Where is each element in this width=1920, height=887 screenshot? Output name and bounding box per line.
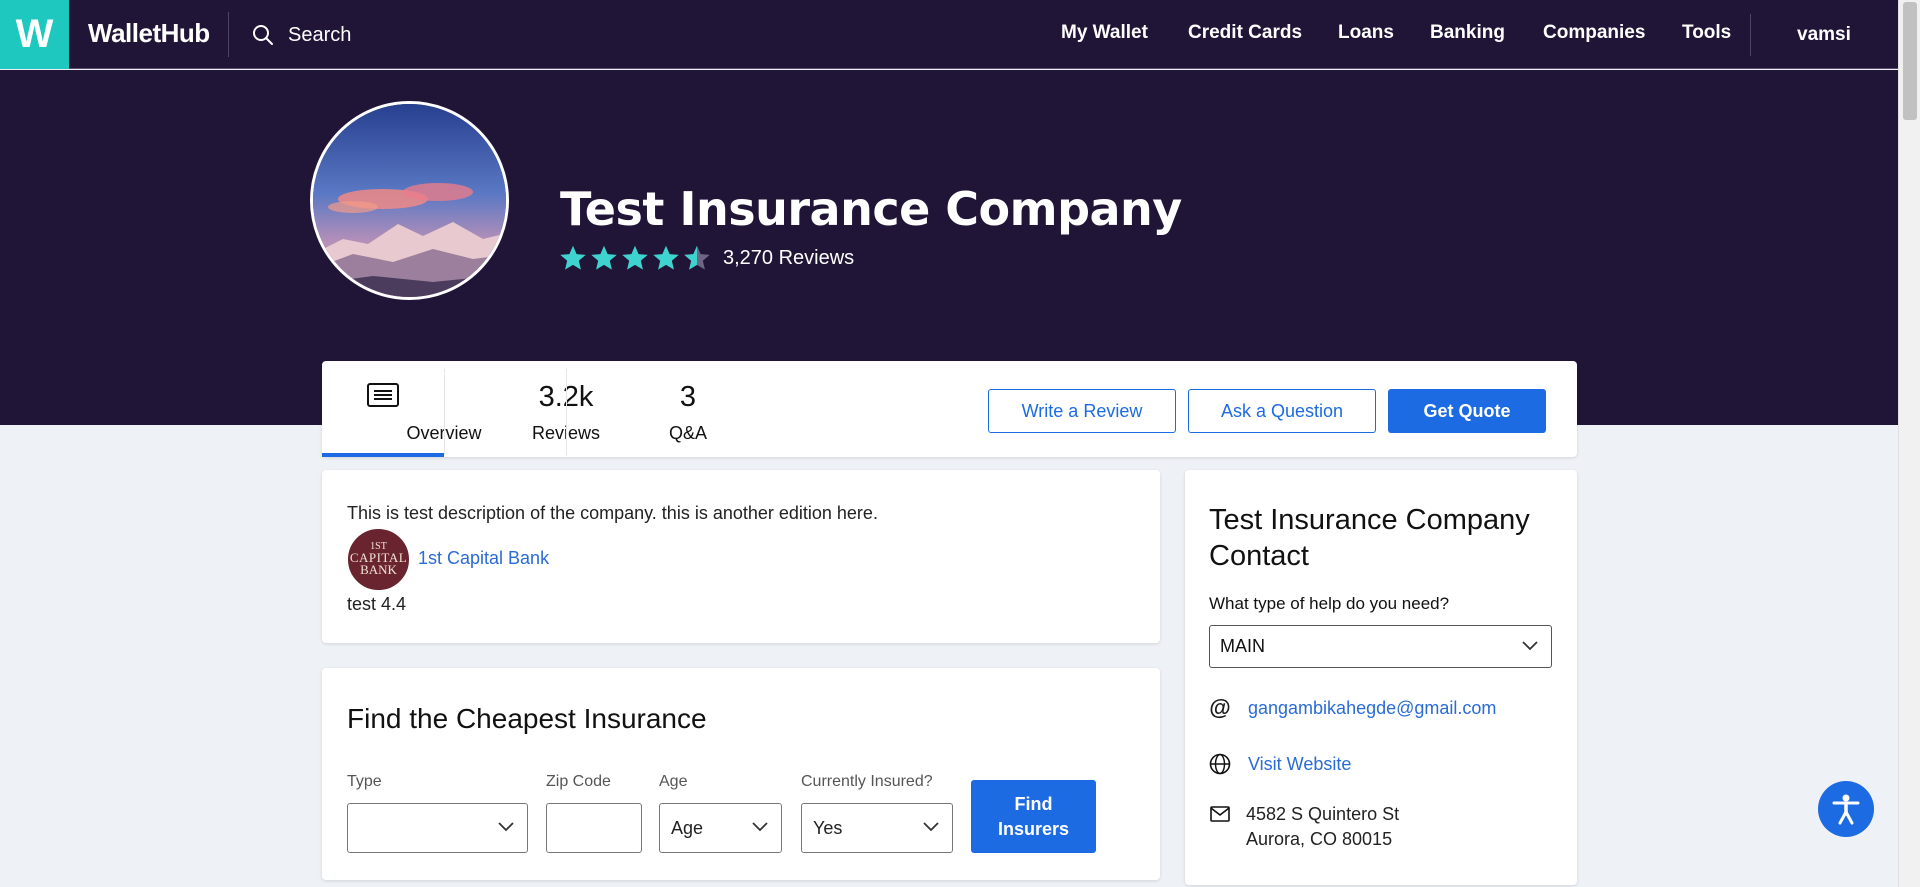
write-review-button[interactable]: Write a Review — [988, 389, 1176, 433]
visit-website-link[interactable]: Visit Website — [1248, 754, 1351, 775]
company-address: 4582 S Quintero St Aurora, CO 80015 — [1246, 802, 1399, 852]
tab-overview[interactable]: Overview — [322, 361, 482, 457]
nav-tools[interactable]: Tools — [1682, 22, 1731, 44]
find-insurers-button[interactable]: Find Insurers — [971, 780, 1096, 853]
nav-my-wallet[interactable]: My Wallet — [1061, 22, 1148, 44]
nav-divider — [1750, 14, 1751, 56]
company-avatar — [310, 101, 509, 300]
insurance-finder-card: Find the Cheapest Insurance Type Zip Cod… — [322, 668, 1160, 880]
chevron-down-icon — [752, 822, 768, 832]
type-label: Type — [347, 773, 382, 790]
rating-note: test 4.4 — [347, 594, 407, 614]
star-rating — [559, 244, 711, 272]
star-icon — [622, 245, 648, 270]
company-tabs-card: Overview 3.2k Reviews 3 Q&A Write a Revi… — [322, 361, 1577, 457]
company-title: Test Insurance Company — [560, 182, 1182, 236]
star-icon — [560, 245, 586, 270]
tab-qa-label: Q&A — [668, 423, 707, 443]
star-half-icon — [684, 245, 710, 270]
zip-code-input[interactable] — [546, 803, 642, 853]
qa-count: 3 — [679, 381, 697, 413]
nav-credit-cards[interactable]: Credit Cards — [1188, 22, 1302, 44]
type-select[interactable] — [347, 803, 528, 853]
nav-loans[interactable]: Loans — [1338, 22, 1394, 44]
scrollbar-thumb[interactable] — [1903, 2, 1917, 120]
ask-question-button[interactable]: Ask a Question — [1188, 389, 1376, 433]
website-row: Visit Website — [1209, 753, 1351, 775]
wallethub-logo-icon[interactable]: W — [0, 0, 69, 69]
chevron-down-icon — [1522, 641, 1538, 651]
search-icon — [253, 25, 273, 45]
company-rating: 3,270 Reviews — [559, 244, 854, 272]
accessibility-button[interactable] — [1818, 781, 1874, 837]
bank-link[interactable]: 1st Capital Bank — [418, 548, 549, 569]
nav-banking[interactable]: Banking — [1430, 22, 1505, 44]
nav-companies[interactable]: Companies — [1543, 22, 1645, 44]
review-count[interactable]: 3,270 Reviews — [723, 247, 854, 270]
age-select[interactable]: Age — [659, 803, 782, 853]
search-button[interactable]: Search — [252, 21, 351, 49]
search-label: Search — [288, 23, 352, 46]
top-navigation: W WalletHub Search My Wallet Credit Card… — [0, 0, 1898, 69]
chevron-down-icon — [498, 822, 514, 832]
email-link[interactable]: gangambikahegde@gmail.com — [1248, 698, 1496, 719]
currently-insured-label: Currently Insured? — [801, 773, 933, 790]
help-type-label: What type of help do you need? — [1209, 594, 1450, 613]
address-line-1: 4582 S Quintero St — [1246, 804, 1400, 824]
nav-divider — [228, 12, 229, 57]
tab-qa[interactable]: 3 Q&A — [566, 361, 707, 457]
help-type-select[interactable]: MAIN — [1209, 625, 1552, 668]
star-icon — [653, 245, 679, 270]
accessibility-icon — [1832, 794, 1860, 825]
company-description: This is test description of the company.… — [347, 503, 878, 523]
chevron-down-icon — [923, 822, 939, 832]
zip-code-label: Zip Code — [546, 773, 611, 790]
company-description-card: This is test description of the company.… — [322, 470, 1160, 643]
star-icon — [591, 245, 617, 270]
bank-logo[interactable]: 1ST CAPITAL BANK — [347, 528, 410, 591]
insurance-finder-title: Find the Cheapest Insurance — [347, 703, 707, 734]
at-sign-icon: @ — [1209, 695, 1231, 720]
globe-icon — [1209, 753, 1231, 775]
user-menu[interactable]: vamsi — [1797, 24, 1851, 46]
mail-icon — [1209, 806, 1231, 822]
tab-reviews[interactable]: 3.2k Reviews — [444, 361, 600, 457]
get-quote-button[interactable]: Get Quote — [1388, 389, 1546, 433]
address-line-2: Aurora, CO 80015 — [1246, 829, 1393, 849]
contact-card: Test Insurance Company Contact What type… — [1185, 470, 1577, 885]
email-row: @ gangambikahegde@gmail.com — [1209, 695, 1496, 721]
currently-insured-select[interactable]: Yes — [801, 803, 953, 853]
wallethub-logo-text[interactable]: WalletHub — [88, 18, 210, 49]
document-icon — [367, 383, 399, 407]
page-scrollbar[interactable] — [1898, 0, 1920, 887]
contact-title: Test Insurance Company Contact — [1209, 504, 1530, 572]
age-label: Age — [659, 773, 688, 790]
